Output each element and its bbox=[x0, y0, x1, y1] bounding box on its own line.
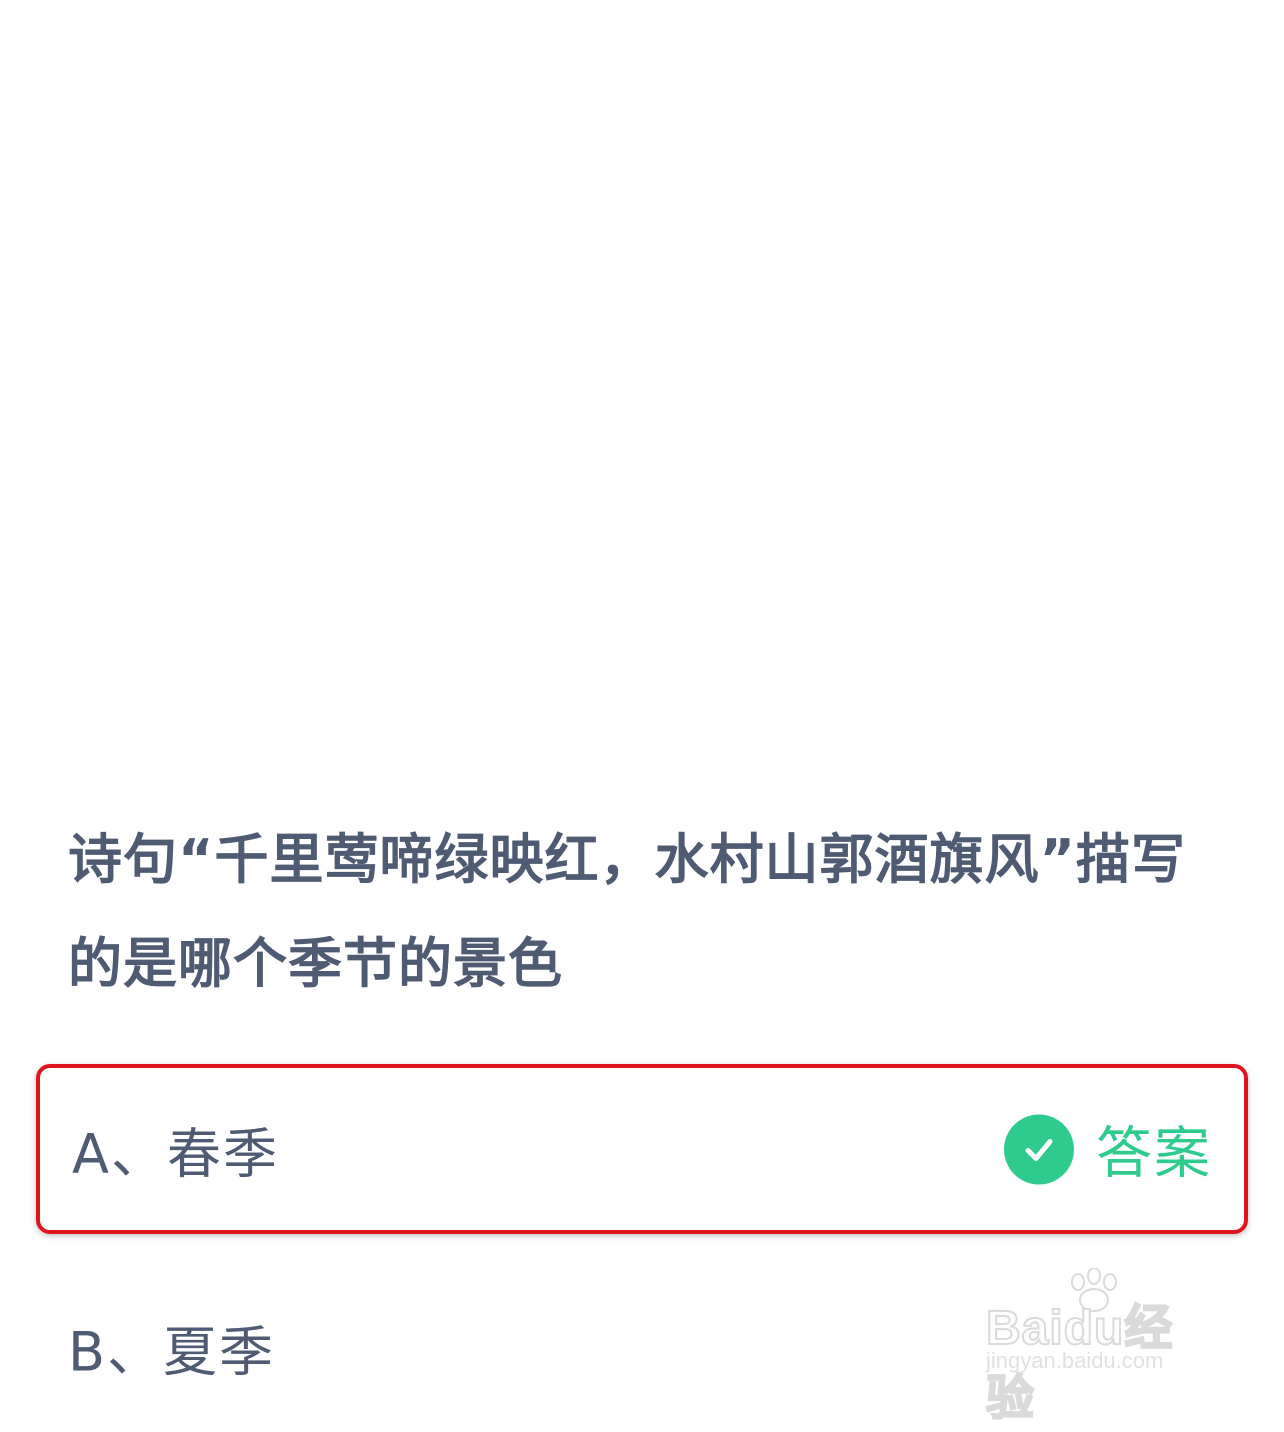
baidu-jingyan-watermark: Baidu经验 jingyan.baidu.com bbox=[985, 1268, 1216, 1426]
option-b-label: B、夏季 bbox=[68, 1320, 276, 1384]
watermark-url: jingyan.baidu.com bbox=[986, 1348, 1164, 1373]
question-text: 诗句“千里莺啼绿映红，水村山郭酒旗风”描写的是哪个季节的景色 bbox=[68, 828, 1186, 995]
option-a-label: A、春季 bbox=[72, 1122, 279, 1186]
answer-label: 答案 bbox=[1096, 1121, 1212, 1187]
check-circle-icon bbox=[1004, 1114, 1074, 1184]
option-a[interactable]: A、春季 答案 bbox=[36, 1064, 1248, 1234]
answer-tag: 答案 bbox=[1004, 1109, 1212, 1190]
